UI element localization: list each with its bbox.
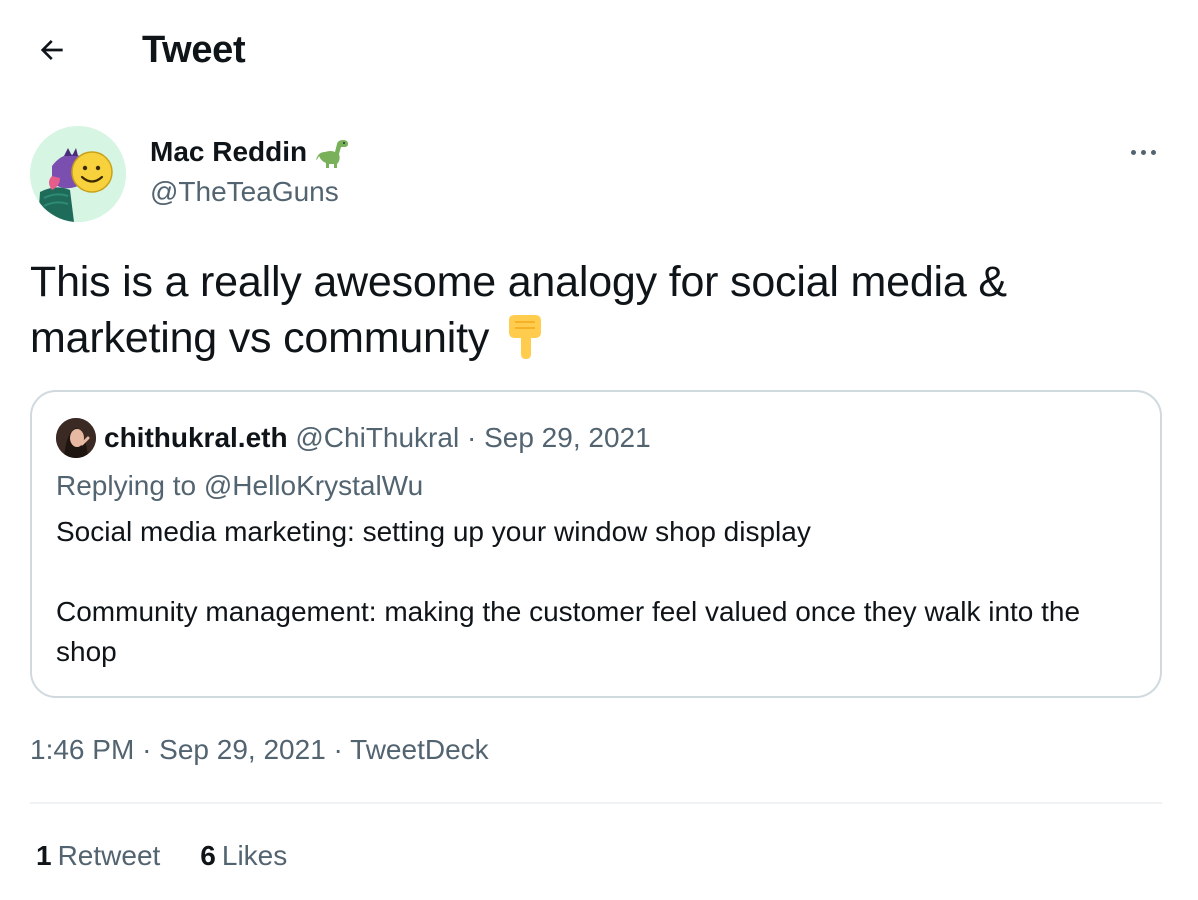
- smiley-avatar-image: [30, 126, 126, 222]
- more-dots-icon: [1130, 149, 1136, 155]
- author-name[interactable]: Mac Reddin: [150, 134, 307, 170]
- page-title: Tweet: [142, 29, 246, 71]
- author-avatar[interactable]: [30, 126, 126, 222]
- timestamp-separator: ·: [333, 734, 343, 765]
- dinosaur-icon: [316, 140, 349, 168]
- tweet-stats: 1 Retweet 6 Likes: [36, 836, 287, 876]
- author-name-row[interactable]: Mac Reddin: [150, 134, 351, 170]
- likes-label: Likes: [221, 840, 288, 871]
- timestamp-separator: ·: [142, 734, 152, 765]
- tweet-timestamp: 1:46 PM · Sep 29, 2021 · TweetDeck: [30, 730, 489, 770]
- more-options-button[interactable]: [1118, 134, 1168, 170]
- quoted-tweet-card[interactable]: chithukral.eth @ChiThukral · Sep 29, 202…: [30, 390, 1162, 698]
- likes-count: 6: [200, 840, 216, 871]
- quoted-body-line: Community management: making the custome…: [56, 596, 1081, 667]
- tweet-text: This is a really awesome analogy for soc…: [30, 254, 1170, 366]
- quoted-replying-to: Replying to @HelloKrystalWu: [56, 470, 424, 501]
- retweets-stat[interactable]: 1 Retweet: [36, 836, 160, 876]
- tweet-time[interactable]: 1:46 PM: [30, 734, 134, 765]
- quoted-date[interactable]: Sep 29, 2021: [484, 422, 651, 453]
- quoted-author-name[interactable]: chithukral.eth: [104, 422, 288, 453]
- tweet-header: Tweet: [0, 0, 1198, 100]
- quoted-body-line: Social media marketing: setting up your …: [56, 516, 811, 547]
- likes-stat[interactable]: 6 Likes: [200, 836, 287, 876]
- quoted-tweet-body: Social media marketing: setting up your …: [56, 512, 1136, 672]
- retweets-label: Retweet: [57, 840, 161, 871]
- quoted-author-handle[interactable]: @ChiThukral: [295, 422, 459, 453]
- retweets-count: 1: [36, 840, 52, 871]
- tweet-date[interactable]: Sep 29, 2021: [159, 734, 326, 765]
- more-dots-icon: [1150, 149, 1156, 155]
- quoted-tweet-header: chithukral.eth @ChiThukral · Sep 29, 202…: [104, 418, 651, 458]
- backhand-pointing-down-icon: [509, 315, 542, 359]
- quoted-avatar-image: [56, 418, 96, 458]
- quoted-separator: ·: [466, 422, 477, 453]
- author-handle[interactable]: @TheTeaGuns: [150, 174, 339, 210]
- arrow-left-icon: [40, 40, 63, 60]
- more-dots-icon: [1140, 149, 1146, 155]
- divider: [30, 802, 1162, 804]
- back-button[interactable]: [30, 28, 74, 72]
- quoted-author-avatar[interactable]: [56, 418, 96, 458]
- tweet-source[interactable]: TweetDeck: [350, 734, 489, 765]
